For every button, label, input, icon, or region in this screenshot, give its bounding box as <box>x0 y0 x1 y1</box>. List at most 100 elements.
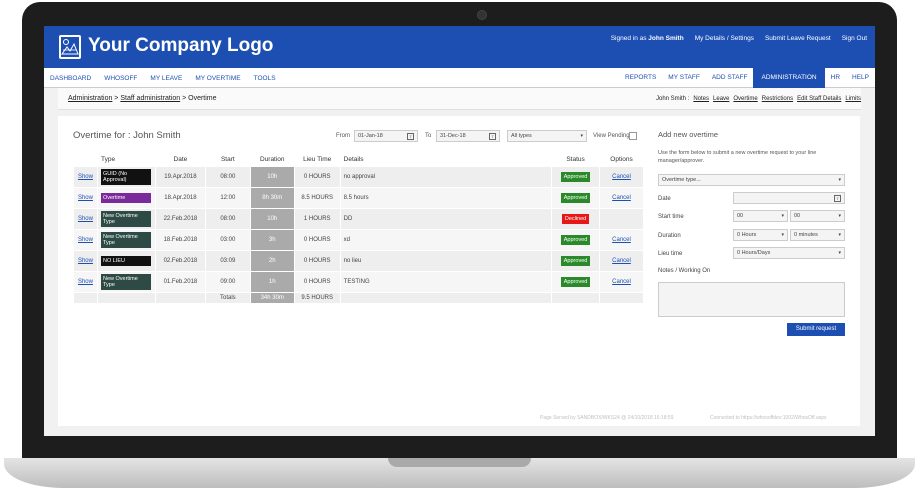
type-badge: New Overtime Type <box>100 273 151 290</box>
nav-reports[interactable]: REPORTS <box>619 68 662 88</box>
nav-add-staff[interactable]: ADD STAFF <box>706 68 754 88</box>
nav-whosoff[interactable]: WHOSOFF <box>104 75 137 82</box>
nav-hr[interactable]: HR <box>825 68 846 88</box>
totals-cell <box>96 291 156 304</box>
options-cell: Cancel <box>599 249 644 272</box>
overtime-type-select[interactable]: Overtime type... ▾ <box>658 174 845 186</box>
show-link-text[interactable]: Show <box>78 237 93 243</box>
type-badge: Overtime <box>100 192 151 203</box>
lieu-cell: 0 HOURS <box>293 249 341 272</box>
staff-link-limits[interactable]: Limits <box>845 96 861 102</box>
status-cell: Approved <box>551 165 601 188</box>
from-date-field[interactable]: 01-Jan-18 7 <box>354 130 418 142</box>
date-field[interactable]: 7 <box>733 192 845 204</box>
chevron-down-icon: ▾ <box>580 133 583 139</box>
details-cell: xd <box>339 228 553 251</box>
nav-my-staff[interactable]: MY STAFF <box>662 68 706 88</box>
submit-leave-link[interactable]: Submit Leave Request <box>765 35 831 42</box>
notes-label: Notes / Working On <box>658 268 711 274</box>
type-badge: NO LIEU <box>100 255 151 266</box>
show-link[interactable]: Show <box>73 186 98 209</box>
nav-my-overtime[interactable]: MY OVERTIME <box>195 75 240 82</box>
lieu-cell: 1 HOURS <box>293 207 341 230</box>
cancel-link[interactable]: Cancel <box>612 258 631 264</box>
duration-cell: 1h <box>249 270 295 293</box>
show-link[interactable]: Show <box>73 270 98 293</box>
cancel-link[interactable]: Cancel <box>612 237 631 243</box>
signed-in-text: Signed in as John Smith <box>611 35 684 42</box>
sign-out-link[interactable]: Sign Out <box>842 35 867 42</box>
nav-my-leave[interactable]: MY LEAVE <box>150 75 182 82</box>
date-cell: 02.Feb.2018 <box>154 249 206 272</box>
notes-textarea[interactable] <box>658 282 845 317</box>
calendar-icon[interactable]: 7 <box>834 195 841 202</box>
show-link[interactable]: Show <box>73 207 98 230</box>
breadcrumb: Administration > Staff administration > … <box>68 95 217 102</box>
breadcrumb-separator: > <box>180 95 189 102</box>
view-pending-label: View Pending <box>593 133 630 139</box>
cancel-link[interactable]: Cancel <box>612 279 631 285</box>
start-cell: 09:00 <box>204 270 251 293</box>
totals-lieu: 9.5 HOURS <box>293 291 341 304</box>
show-link-text[interactable]: Show <box>78 258 93 264</box>
type-badge: New Overtime Type <box>100 231 151 248</box>
to-date-field[interactable]: 31-Dec-18 7 <box>436 130 500 142</box>
signed-in-prefix: Signed in as <box>610 35 647 42</box>
options-cell: Cancel <box>599 270 644 293</box>
col-options: Options <box>599 154 644 166</box>
duration-hours-select[interactable]: 0 Hours ▾ <box>733 229 788 241</box>
type-cell: New Overtime Type <box>96 228 156 251</box>
breadcrumb-staff-administration[interactable]: Staff administration <box>120 95 180 102</box>
date-cell: 18.Apr.2018 <box>154 186 206 209</box>
nav-administration[interactable]: ADMINISTRATION <box>753 68 825 88</box>
show-link[interactable]: Show <box>73 165 98 188</box>
lieu-time-value: 0 Hours/Days <box>737 250 771 256</box>
cancel-link[interactable]: Cancel <box>612 174 631 180</box>
show-link-text[interactable]: Show <box>78 216 93 222</box>
breadcrumb-bar: Administration > Staff administration > … <box>58 88 861 110</box>
view-pending-checkbox[interactable] <box>629 132 637 140</box>
cancel-link[interactable]: Cancel <box>612 195 631 201</box>
staff-link-restrictions[interactable]: Restrictions <box>762 96 793 102</box>
signed-in-user: John Smith <box>648 35 684 42</box>
nav-tools[interactable]: TOOLS <box>254 75 276 82</box>
type-cell: New Overtime Type <box>96 207 156 230</box>
camera-icon <box>477 10 487 20</box>
start-minute-select[interactable]: 00 ▾ <box>790 210 845 222</box>
date-cell: 01.Feb.2018 <box>154 270 206 293</box>
staff-link-edit-details[interactable]: Edit Staff Details <box>797 96 841 102</box>
app-header: Your Company Logo Signed in as John Smit… <box>44 26 875 68</box>
from-date-value: 01-Jan-18 <box>358 133 383 139</box>
duration-cell: 10h <box>249 165 295 188</box>
lieu-time-label: Lieu time <box>658 251 683 257</box>
start-hour-select[interactable]: 00 ▾ <box>733 210 788 222</box>
table-row: Show NO LIEU 02.Feb.2018 03:09 2h 0 HOURS no l… <box>73 249 644 272</box>
start-cell: 12:00 <box>204 186 251 209</box>
date-cell: 19.Apr.2018 <box>154 165 206 188</box>
duration-hours-value: 0 Hours <box>737 232 757 238</box>
table-row: Show New Overtime Type 18.Feb.2018 03:00 3h 0… <box>73 228 644 251</box>
show-link-text[interactable]: Show <box>78 174 93 180</box>
my-details-link[interactable]: My Details / Settings <box>695 35 754 42</box>
nav-dashboard[interactable]: DASHBOARD <box>50 75 91 82</box>
chevron-down-icon: ▾ <box>781 232 784 238</box>
show-link-text[interactable]: Show <box>78 279 93 285</box>
breadcrumb-administration[interactable]: Administration <box>68 95 112 102</box>
submit-request-button[interactable]: Submit request <box>787 323 845 336</box>
duration-minutes-select[interactable]: 0 minutes ▾ <box>790 229 845 241</box>
totals-cell <box>73 291 98 304</box>
nav-help[interactable]: HELP <box>846 68 875 88</box>
show-link[interactable]: Show <box>73 228 98 251</box>
calendar-icon[interactable]: 7 <box>407 133 414 140</box>
col-lieu: Lieu Time <box>294 154 341 166</box>
type-filter-select[interactable]: All types ▾ <box>507 130 587 142</box>
show-link-text[interactable]: Show <box>78 195 93 201</box>
staff-link-notes[interactable]: Notes <box>693 96 709 102</box>
staff-link-leave[interactable]: Leave <box>713 96 729 102</box>
company-logo-text[interactable]: Your Company Logo <box>88 35 273 57</box>
show-link[interactable]: Show <box>73 249 98 272</box>
staff-link-overtime[interactable]: Overtime <box>733 96 757 102</box>
lieu-time-select[interactable]: 0 Hours/Days ▾ <box>733 247 845 259</box>
options-cell: Cancel <box>599 228 644 251</box>
calendar-icon[interactable]: 7 <box>489 133 496 140</box>
